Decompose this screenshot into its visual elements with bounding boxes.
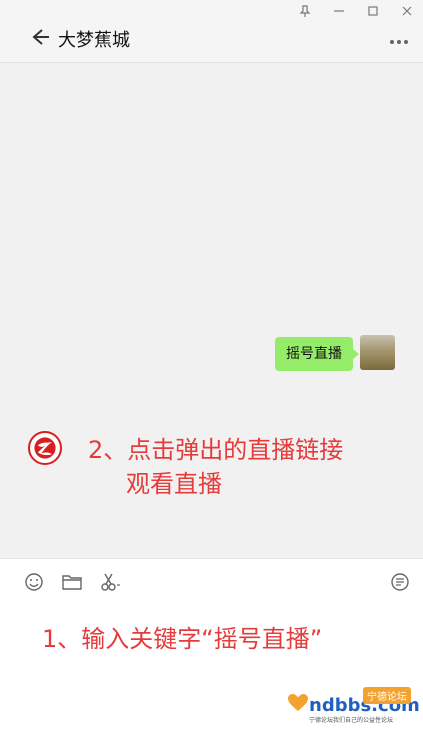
watermark-tagline: 宁德论坛我们自己的公益性论坛	[309, 717, 394, 724]
heart-logo-icon	[288, 694, 308, 711]
input-toolbar	[22, 571, 122, 593]
scissors-icon[interactable]	[98, 571, 122, 593]
instruction-step-2-line1: 2、点击弹出的直播链接	[88, 436, 344, 464]
chat-title: 大梦蕉城	[58, 30, 130, 51]
chat-history-icon[interactable]	[389, 571, 411, 593]
chat-area: 摇号直播 2、点击弹出的直播链接 观看直播	[0, 63, 423, 557]
window-controls	[297, 4, 415, 18]
title-bar: 大梦蕉城	[0, 0, 423, 63]
message-input-area[interactable]: 1、输入关键字“摇号直播” ndbbs.com 宁德论坛 宁德论坛我们自己的公益…	[0, 558, 423, 733]
watermark-badge: 宁德论坛	[363, 687, 411, 704]
avatar[interactable]	[360, 335, 395, 370]
pin-icon[interactable]	[297, 4, 313, 18]
more-icon[interactable]	[389, 38, 409, 46]
sent-message-bubble[interactable]: 摇号直播	[275, 337, 359, 371]
minimize-icon[interactable]	[331, 4, 347, 18]
instruction-step-1: 1、输入关键字“摇号直播”	[42, 625, 323, 653]
emoji-icon[interactable]	[22, 571, 46, 593]
maximize-icon[interactable]	[365, 4, 381, 18]
folder-icon[interactable]	[60, 571, 84, 593]
back-arrow-icon[interactable]	[30, 26, 52, 48]
close-icon[interactable]	[399, 4, 415, 18]
instruction-step-2: 2、点击弹出的直播链接 观看直播	[88, 433, 343, 501]
site-watermark: ndbbs.com 宁德论坛 宁德论坛我们自己的公益性论坛	[287, 687, 420, 724]
logo-icon[interactable]	[28, 431, 62, 465]
instruction-step-2-line2: 观看直播	[126, 470, 222, 498]
